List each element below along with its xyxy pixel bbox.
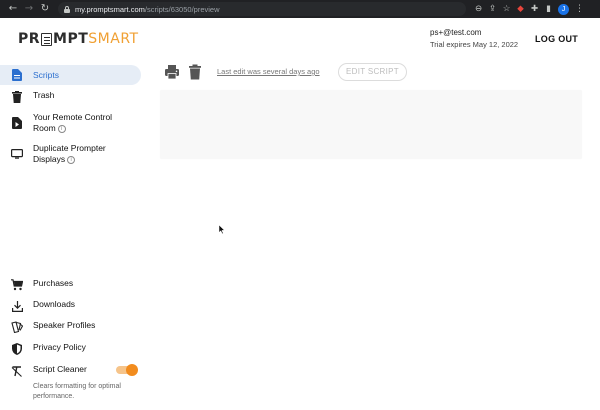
mouse-cursor-icon (218, 221, 226, 235)
trial-expiry: Trial expires May 12, 2022 (430, 40, 519, 49)
info-icon[interactable]: i (57, 125, 66, 133)
address-bar[interactable]: my.promptsmart.com/scripts/63050/preview (58, 2, 466, 16)
sidebar-item-label: Scripts (33, 70, 59, 80)
logo-smart: SMART (88, 31, 139, 47)
user-email: ps+@test.com (430, 28, 482, 37)
side-panel-icon[interactable]: ▮ (542, 3, 555, 16)
remote-label-line2: Room (33, 123, 56, 133)
zoom-icon[interactable]: ⊖ (472, 3, 485, 16)
sidebar-item-downloads[interactable]: Downloads (0, 299, 141, 313)
duplicate-label-line2: Displays (33, 154, 66, 164)
sidebar-item-trash[interactable]: Trash (0, 90, 141, 104)
info-icon[interactable]: i (67, 156, 76, 164)
script-cleaner-toggle-knob[interactable] (126, 364, 138, 376)
sidebar-item-label: Purchases (33, 278, 74, 288)
bookmark-star-icon[interactable]: ☆ (500, 3, 513, 16)
last-edit-link[interactable]: Last edit was several days ago (217, 67, 320, 76)
logo-mpt: MPT (53, 31, 89, 47)
remote-label-line1: Your Remote Control (33, 112, 113, 122)
sidebar-item-remote-control-room[interactable]: Your Remote Control Room i (0, 112, 141, 134)
url-text: my.promptsmart.com/scripts/63050/preview (75, 5, 220, 14)
promptsmart-logo[interactable]: PR MPT SMART (18, 29, 139, 49)
sidebar-item-privacy-policy[interactable]: Privacy Policy (0, 342, 141, 356)
browser-toolbar: ← → ↻ my.promptsmart.com/scripts/63050/p… (0, 0, 600, 18)
monitor-icon (10, 147, 24, 161)
clear-format-icon (10, 364, 24, 378)
logout-button[interactable]: LOG OUT (535, 34, 578, 44)
pdf-extension-icon[interactable]: ◆ (514, 3, 527, 16)
remote-play-icon (10, 116, 24, 130)
share-icon[interactable]: ⇪ (486, 3, 499, 16)
edit-script-button[interactable]: EDIT SCRIPT (338, 63, 407, 81)
duplicate-label-line1: Duplicate Prompter (33, 143, 106, 153)
sidebar-item-label: Duplicate Prompter Displays i (33, 143, 106, 165)
forward-icon[interactable]: → (22, 2, 36, 16)
lock-icon (64, 5, 70, 13)
sidebar-item-label: Your Remote Control Room i (33, 112, 112, 134)
browser-menu-icon[interactable]: ⋮ (575, 4, 584, 14)
cart-icon (10, 278, 24, 292)
sidebar-item-label: Trash (33, 90, 55, 100)
delete-script-icon[interactable] (188, 64, 202, 80)
sidebar-item-purchases[interactable]: Purchases (0, 278, 141, 292)
sidebar-item-label: Speaker Profiles (33, 320, 96, 330)
sidebar-item-label: Script Cleaner (33, 364, 87, 374)
sidebar-item-label: Downloads (33, 299, 76, 309)
document-icon (10, 68, 24, 82)
speaker-profiles-icon (10, 320, 24, 334)
sidebar-item-duplicate-displays[interactable]: Duplicate Prompter Displays i (0, 143, 141, 165)
profile-avatar[interactable]: J (558, 3, 569, 15)
script-preview-panel (160, 90, 582, 159)
url-path: /scripts/63050/preview (144, 4, 220, 14)
sidebar-item-speaker-profiles[interactable]: Speaker Profiles (0, 320, 141, 334)
logo-pr: PR (18, 31, 41, 47)
sidebar-item-scripts[interactable]: Scripts (0, 65, 141, 85)
script-cleaner-description: Clears formatting for optimal performanc… (33, 383, 121, 400)
back-icon[interactable]: ← (6, 2, 20, 16)
logo-script-mark-icon (41, 32, 53, 46)
url-host: my.promptsmart.com (75, 4, 145, 14)
sidebar-item-label: Privacy Policy (33, 342, 86, 352)
reload-icon[interactable]: ↻ (38, 2, 52, 16)
download-icon (10, 299, 24, 313)
print-icon[interactable] (164, 64, 180, 80)
extensions-puzzle-icon[interactable]: ✚ (528, 3, 541, 16)
trash-icon (10, 90, 24, 104)
shield-icon (10, 342, 24, 356)
